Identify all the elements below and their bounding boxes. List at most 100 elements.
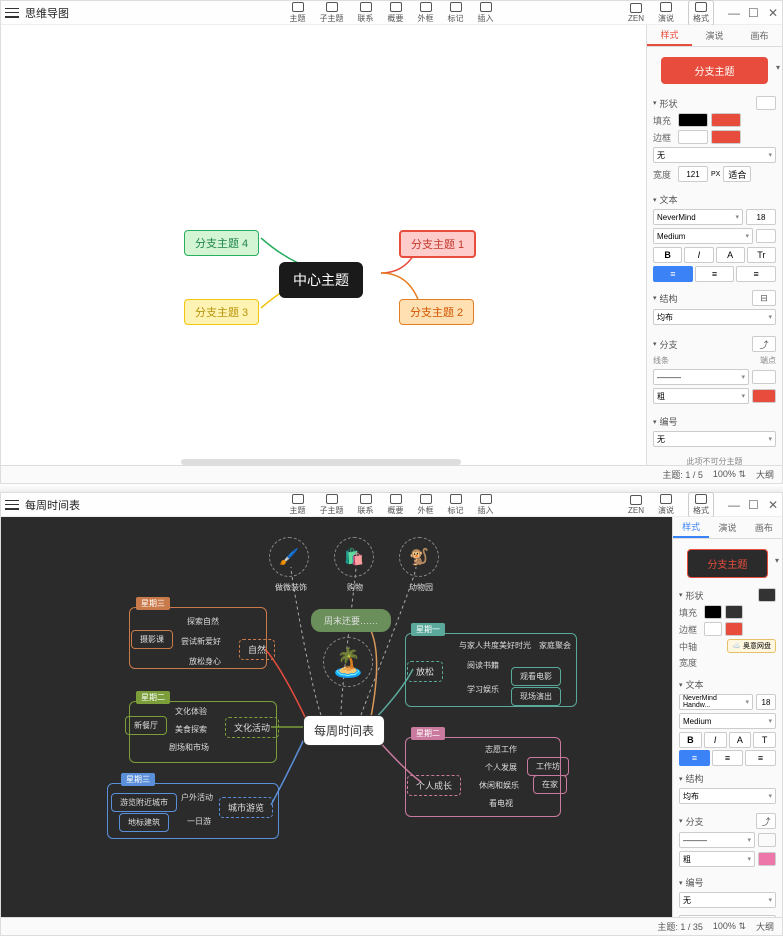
- fill-color-1[interactable]: [678, 113, 708, 127]
- leaf-performance[interactable]: 现场演出: [511, 687, 561, 706]
- tool-boundary[interactable]: 外框: [418, 2, 434, 24]
- mindmap-canvas[interactable]: 中心主题 分支主题 1 分支主题 2 分支主题 3 分支主题 4: [1, 25, 646, 465]
- tool-pitch[interactable]: 演说: [658, 494, 674, 516]
- leaf-home[interactable]: 在家: [533, 775, 567, 794]
- border-style[interactable]: [678, 130, 708, 144]
- mindmap-canvas[interactable]: 🖌️ 🛍️ 🐒 做微装饰 购物 动物园 周末还要…… 每周时间表 🏝️ 星期三 …: [1, 517, 672, 917]
- leaf-workshop[interactable]: 工作坊: [527, 757, 569, 776]
- theme-preview[interactable]: 分支主题: [661, 57, 768, 84]
- leaf-daytrip[interactable]: 一日游: [179, 813, 219, 830]
- numbering-select[interactable]: 无: [653, 431, 776, 447]
- endpoint[interactable]: [758, 833, 776, 847]
- leaf-visit-city[interactable]: 游览附近城市: [111, 793, 177, 812]
- tool-insert[interactable]: 插入: [478, 2, 494, 24]
- branch-icon[interactable]: ⤴: [756, 813, 776, 829]
- tool-marker[interactable]: 标记: [448, 494, 464, 516]
- tool-subtopic[interactable]: 子主题: [320, 2, 344, 24]
- leaf-leisure[interactable]: 休闲和娱乐: [471, 777, 527, 794]
- weight-select[interactable]: Medium: [653, 228, 753, 244]
- weekend-node[interactable]: 周末还要……: [311, 609, 391, 632]
- center-topic[interactable]: 每周时间表: [303, 715, 385, 746]
- hub-growth[interactable]: 个人成长: [407, 775, 461, 796]
- tool-format[interactable]: 格式: [688, 0, 714, 26]
- leaf-culture-3[interactable]: 剧场和市场: [161, 739, 217, 756]
- leaf-explore[interactable]: 探索自然: [179, 613, 227, 630]
- leaf-movie[interactable]: 观看电影: [511, 667, 561, 686]
- tab-pitch[interactable]: 演说: [709, 517, 745, 538]
- leaf-culture-1[interactable]: 文化体验: [167, 703, 215, 720]
- tool-topic[interactable]: 主题: [290, 2, 306, 24]
- window-minimize[interactable]: —: [728, 8, 738, 18]
- icon-zoo[interactable]: 🐒: [399, 537, 439, 577]
- top-cat-2[interactable]: 购物: [339, 579, 371, 596]
- theme-preview[interactable]: 分支主题: [687, 549, 768, 578]
- zoom-level[interactable]: 100% ⇅: [713, 921, 746, 932]
- window-close[interactable]: ✕: [768, 500, 778, 510]
- leaf-learn[interactable]: 学习娱乐: [459, 681, 507, 698]
- structure-select[interactable]: 均布: [679, 788, 776, 804]
- window-maximize[interactable]: ☐: [748, 8, 758, 18]
- bold-button[interactable]: B: [653, 247, 682, 263]
- icon-shopping[interactable]: 🛍️: [334, 537, 374, 577]
- numbering-select[interactable]: 无: [679, 892, 776, 908]
- branch-3[interactable]: 分支主题 3: [184, 299, 259, 325]
- center-image[interactable]: 🏝️: [323, 637, 373, 687]
- tool-topic[interactable]: 主题: [290, 494, 306, 516]
- tab-style[interactable]: 样式: [673, 517, 709, 538]
- bold-button[interactable]: B: [679, 732, 702, 748]
- center-topic[interactable]: 中心主题: [279, 262, 363, 298]
- fit-button[interactable]: 适合: [723, 166, 751, 182]
- hub-relax[interactable]: 放松: [407, 661, 443, 682]
- leaf-family-party[interactable]: 家庭聚会: [531, 637, 579, 654]
- leaf-landmark[interactable]: 地标建筑: [119, 813, 169, 832]
- leaf-outdoor[interactable]: 户外活动: [173, 789, 221, 806]
- tool-marker[interactable]: 标记: [448, 2, 464, 24]
- font-size-input[interactable]: [756, 694, 776, 710]
- leaf-relax[interactable]: 放松身心: [181, 653, 229, 670]
- line-endpoint[interactable]: [752, 370, 776, 384]
- menu-icon[interactable]: [5, 8, 19, 18]
- align-right[interactable]: ≡: [736, 266, 776, 282]
- tool-relation[interactable]: 联系: [358, 2, 374, 24]
- leaf-tv[interactable]: 看电视: [481, 795, 521, 812]
- text-color[interactable]: [756, 229, 776, 243]
- branch-icon[interactable]: ⤴: [752, 336, 776, 352]
- tab-canvas[interactable]: 画布: [746, 517, 782, 538]
- leaf-read[interactable]: 阅读书籍: [459, 657, 507, 674]
- tab-pitch[interactable]: 演说: [692, 25, 737, 46]
- line-style-select[interactable]: ———: [653, 369, 749, 385]
- structure-select[interactable]: 均布: [653, 309, 776, 325]
- tool-subtopic[interactable]: 子主题: [320, 494, 344, 516]
- structure-icon[interactable]: ⊟: [752, 290, 776, 306]
- border-none-select[interactable]: 无: [653, 147, 776, 163]
- icon-brush[interactable]: 🖌️: [269, 537, 309, 577]
- leaf-family-time[interactable]: 与家人共度美好时光: [451, 637, 539, 654]
- tool-pitch[interactable]: 演说: [658, 2, 674, 24]
- tool-insert[interactable]: 插入: [478, 494, 494, 516]
- align-right[interactable]: ≡: [745, 750, 776, 766]
- tool-relation[interactable]: 联系: [358, 494, 374, 516]
- leaf-personal[interactable]: 个人发展: [477, 759, 525, 776]
- border-style[interactable]: [704, 622, 722, 636]
- branch-2[interactable]: 分支主题 2: [399, 299, 474, 325]
- fill-color-2[interactable]: [711, 113, 741, 127]
- branch-4[interactable]: 分支主题 4: [184, 230, 259, 256]
- zoom-level[interactable]: 100% ⇅: [713, 469, 746, 480]
- outline-toggle[interactable]: 大纲: [756, 920, 774, 933]
- branch-1[interactable]: 分支主题 1: [399, 230, 476, 258]
- menu-icon[interactable]: [5, 500, 19, 510]
- tool-zen[interactable]: ZEN: [628, 3, 644, 23]
- horizontal-scrollbar[interactable]: [181, 459, 461, 465]
- tool-zen[interactable]: ZEN: [628, 495, 644, 515]
- summary-restaurant[interactable]: 新餐厅: [125, 716, 167, 735]
- weight-select[interactable]: Medium: [679, 713, 776, 729]
- font-select[interactable]: NeverMind: [653, 209, 743, 225]
- leaf-hobby[interactable]: 尝试新爱好: [173, 633, 229, 650]
- align-left[interactable]: ≡: [653, 266, 693, 282]
- tool-summary[interactable]: 概要: [388, 494, 404, 516]
- tool-format[interactable]: 格式: [688, 492, 714, 518]
- tab-style[interactable]: 样式: [647, 25, 692, 46]
- cloud-badge[interactable]: ☁️奥意网盘: [727, 639, 776, 653]
- tool-summary[interactable]: 概要: [388, 2, 404, 24]
- case-button[interactable]: T: [753, 732, 776, 748]
